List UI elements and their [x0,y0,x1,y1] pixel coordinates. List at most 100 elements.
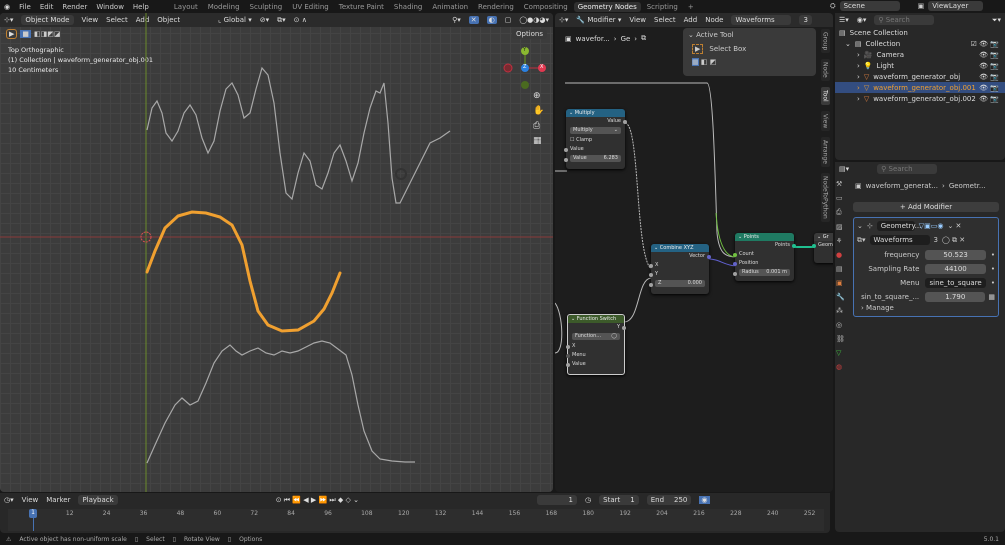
node-combine-xyz[interactable]: ⌄ Combine XYZ Vector X Y Z 0.000 [649,244,711,294]
attribute-toggle-icon[interactable]: ▦ [988,293,995,301]
radius-field[interactable]: Radius 0.001 m [739,269,790,276]
display-mode-icon[interactable]: ◉▾ [857,16,867,24]
tab-sculpting[interactable]: Sculpting [246,2,287,12]
outliner-item-waveform-obj[interactable]: › ▽ waveform_generator_obj 👁 📷 [835,71,1005,82]
frame-tick: 48 [176,510,185,517]
fake-user-icon[interactable]: ◯ ⧉ ✕ [942,236,965,245]
particles-tab-icon[interactable]: ⁂ [836,307,847,315]
tab-modeling[interactable]: Modeling [204,2,244,12]
scene-tab-icon[interactable]: ⚘ [836,237,847,245]
modifier-name-field[interactable]: Geometry... [876,221,921,231]
menu-render[interactable]: Render [62,3,87,11]
properties-search[interactable]: ⚲ Search [877,164,938,174]
object-tab-icon[interactable]: ▣ [836,279,847,287]
workspace-tabs: Layout Modeling Sculpting UV Editing Tex… [170,1,698,12]
outliner-item-waveform-obj-001[interactable]: › ▽ waveform_generator_obj.001 👁 📷 [835,82,1005,93]
function-selector[interactable]: Function... ◯ [572,333,620,340]
tab-view[interactable]: View [820,110,830,131]
menu-view[interactable]: View [22,496,39,504]
node-group-field[interactable]: Waveforms [869,235,930,245]
filter-icon[interactable]: ⏷▾ [992,16,1001,25]
start-frame-field[interactable]: Start 1 [599,495,639,505]
camera-view-icon[interactable]: ⎙ [533,121,544,131]
timeline-track[interactable]: 12 24 36 48 60 72 84 96 108 120 132 144 156 168 180 192… [8,509,824,531]
pan-hand-icon[interactable]: ✋ [533,106,544,116]
view-layer-tab-icon[interactable]: ▨ [836,223,847,231]
collection-tab-icon[interactable]: ▤ [836,265,847,273]
tab-geometry-nodes[interactable]: Geometry Nodes [573,1,641,12]
z-field[interactable]: Z 0.000 [655,280,705,287]
world-tab-icon[interactable]: ● [836,251,847,259]
render-tab-icon[interactable]: ▭ [836,194,847,202]
clamp-checkbox[interactable]: ☐ Clamp [566,136,625,145]
collection-row[interactable]: ⌄ ▤ Collection ☑ 👁 📷 [835,38,1005,49]
sin-to-square-field[interactable]: 1.790 [925,291,986,302]
data-tab-icon[interactable]: ▽ [836,349,847,357]
timeline[interactable]: ◷▾ View Marker Playback ⊙ ⏮ ⏪ ◀ ▶ ⏩ ⏭ ◆ … [0,493,830,533]
scene-collection[interactable]: ▤ Scene Collection [835,27,1005,38]
tab-tool[interactable]: Tool [820,86,830,105]
viewlayer-selector[interactable]: ViewLayer [928,1,984,11]
editor-type-icon[interactable]: ☰▾ [839,16,849,24]
operation-dropdown[interactable]: Multiply ⌄ [570,127,621,134]
tab-animation[interactable]: Animation [428,2,472,12]
menu-help[interactable]: Help [133,3,149,11]
tab-layout[interactable]: Layout [170,2,202,12]
current-frame-field[interactable]: 1 [537,495,578,505]
tool-tab-icon[interactable]: ⚒ [836,180,847,188]
tab-rendering[interactable]: Rendering [474,2,518,12]
modifier-tab-icon[interactable]: 🔧 [836,293,847,301]
keying-icon[interactable]: ◉ [699,496,710,504]
node-group-output[interactable]: ⌄ Gr Geom [812,233,833,263]
tab-node[interactable]: Node [820,59,830,81]
modifier-toggles-icon[interactable]: ▽▣▭◉ [919,222,944,230]
frequency-field[interactable]: 50.523 [925,249,986,260]
input-value: Value [572,361,586,367]
scene-icon[interactable]: ⛭ [830,2,836,11]
3d-viewport[interactable]: ⊹▾ Object Mode View Select Add Object ⌞ … [0,13,553,492]
blender-logo-icon[interactable]: ◉ [4,3,10,11]
add-workspace-icon[interactable]: + [684,2,698,12]
value-field[interactable]: Value 6.283 [570,155,621,162]
menu-dropdown[interactable]: sine_to_square [925,277,986,288]
tab-scripting[interactable]: Scripting [643,2,682,12]
node-points[interactable]: ⌄ Points Points Count Position Radius 0.0… [733,233,796,281]
tab-texture-paint[interactable]: Texture Paint [335,2,388,12]
menu-window[interactable]: Window [96,3,124,11]
node-function-switch[interactable]: ⌄ Function Switch Y Function... ◯ X Menu … [566,314,626,375]
outliner-item-camera[interactable]: › 🎥 Camera 👁 📷 [835,49,1005,60]
menu-edit[interactable]: Edit [40,3,54,11]
playhead[interactable]: 1 [29,509,37,518]
tab-compositing[interactable]: Compositing [520,2,572,12]
mouse-left-icon: ▯ [134,535,139,543]
tab-nodetopython[interactable]: NodeToPython [820,172,830,222]
manage-subpanel[interactable]: › Manage [857,304,995,312]
outliner-item-waveform-obj-002[interactable]: › ▽ waveform_generator_obj.002 👁 📷 [835,93,1005,104]
editor-type-icon[interactable]: ▤▾ [839,165,849,173]
output-tab-icon[interactable]: ⎙ [836,208,847,217]
outliner-search[interactable]: ⚲ Search [874,15,935,25]
sampling-rate-field[interactable]: 44100 [925,263,986,274]
add-modifier-button[interactable]: + Add Modifier [853,202,999,212]
end-frame-field[interactable]: End 250 [646,495,692,505]
tab-group[interactable]: Group [820,29,830,54]
menu-playback[interactable]: Playback [78,495,118,505]
editor-type-icon[interactable]: ◷▾ [4,496,14,504]
scene-selector[interactable]: Scene [839,1,900,11]
tab-shading[interactable]: Shading [390,2,426,12]
physics-tab-icon[interactable]: ◎ [836,321,847,329]
zoom-icon[interactable]: ⊕ [533,91,544,101]
viewlayer-icon[interactable]: ▣ [918,2,925,10]
tab-arrange[interactable]: Arrange [820,136,830,167]
constraints-tab-icon[interactable]: ⛓ [836,335,847,343]
menu-file[interactable]: File [19,3,31,11]
menu-marker[interactable]: Marker [46,496,70,504]
ortho-grid-icon[interactable]: ▦ [533,136,544,146]
navigation-gizmo[interactable]: Y Z X [500,45,550,93]
material-tab-icon[interactable]: ◍ [836,363,847,371]
node-editor[interactable]: ⊹▾ 🔧 Modifier ▾ View Select Add Node Wav… [555,13,833,492]
tab-uv-editing[interactable]: UV Editing [288,2,333,12]
node-multiply[interactable]: ⌄ Multiply Value Multiply ⌄ ☐ Clamp Value… [564,109,627,169]
playback-controls[interactable]: ⊙ ⏮ ⏪ ◀ ▶ ⏩ ⏭ ◆ ◇ ⌄ [276,496,359,505]
outliner-item-light[interactable]: › 💡 Light 👁 📷 [835,60,1005,71]
